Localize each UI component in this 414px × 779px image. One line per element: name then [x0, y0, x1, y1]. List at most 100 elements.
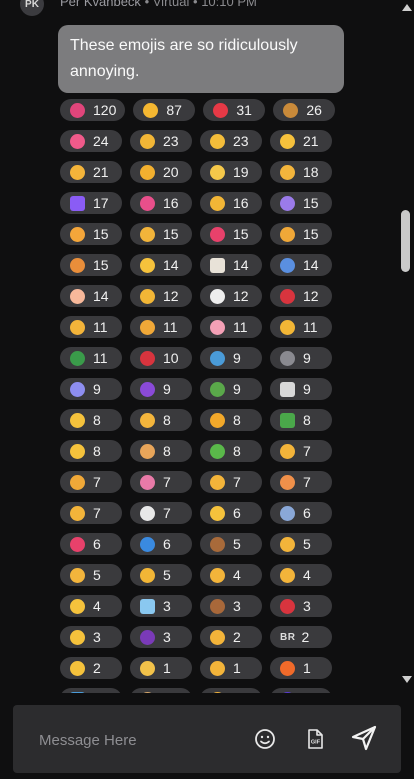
reaction-pill[interactable]: 7	[270, 471, 332, 493]
reaction-pill[interactable]: 17	[60, 192, 122, 214]
reaction-pill[interactable]: 1	[200, 657, 262, 679]
scrollbar-thumb[interactable]	[401, 210, 410, 272]
emoji-picker-button[interactable]	[253, 727, 277, 756]
reaction-pill[interactable]: 2	[200, 626, 262, 648]
reaction-pill[interactable]: 3	[270, 595, 332, 617]
reaction-pill[interactable]: 9	[270, 347, 332, 369]
message-input[interactable]	[37, 725, 241, 755]
reaction-pill[interactable]: 4	[270, 564, 332, 586]
reaction-pill[interactable]: 8	[60, 409, 122, 431]
message-timestamp: 10:10 PM	[201, 0, 257, 9]
reaction-pill[interactable]: 7	[130, 502, 192, 524]
reaction-pill[interactable]: 8	[200, 440, 262, 462]
reaction-pill[interactable]: 9	[60, 378, 122, 400]
reaction-pill[interactable]: 5	[270, 533, 332, 555]
reaction-pill[interactable]: 1	[200, 688, 262, 693]
double-exclamation-icon	[213, 102, 229, 118]
reaction-pill[interactable]: 23	[130, 130, 192, 152]
reaction-pill[interactable]: 3	[60, 626, 122, 648]
reaction-pill[interactable]: 16	[200, 192, 262, 214]
reaction-pill[interactable]: 11	[270, 316, 332, 338]
reaction-pill[interactable]: 1	[130, 688, 192, 693]
reaction-pill[interactable]: 8	[130, 440, 192, 462]
reaction-pill[interactable]: 1	[60, 688, 122, 693]
reaction-pill[interactable]: 5	[60, 564, 122, 586]
avatar[interactable]: PK	[20, 0, 44, 16]
reaction-count: 26	[306, 102, 322, 118]
reaction-pill[interactable]: 2	[60, 657, 122, 679]
scroll-down-arrow-icon[interactable]	[402, 676, 412, 683]
reaction-pill[interactable]: 8	[60, 440, 122, 462]
reaction-pill[interactable]: 3	[200, 595, 262, 617]
reaction-pill[interactable]: 15	[60, 223, 122, 245]
reaction-pill[interactable]: 1	[130, 657, 192, 679]
reaction-pill[interactable]: 7	[130, 471, 192, 493]
reaction-pill[interactable]: 21	[60, 161, 122, 183]
reaction-pill[interactable]: 4	[60, 595, 122, 617]
send-button[interactable]	[350, 724, 378, 757]
reaction-pill[interactable]: 3	[130, 626, 192, 648]
chat-message-list[interactable]: PK Per Kvanbeck • Virtual • 10:10 PM The…	[0, 0, 398, 693]
reaction-pill[interactable]: 11	[60, 347, 122, 369]
reaction-pill[interactable]: 12	[130, 285, 192, 307]
reaction-pill[interactable]: 21	[270, 130, 332, 152]
scrollbar[interactable]	[398, 0, 414, 693]
reaction-pill[interactable]: 15	[270, 192, 332, 214]
reaction-pill[interactable]: 23	[200, 130, 262, 152]
reaction-pill[interactable]: 8	[200, 409, 262, 431]
reaction-pill[interactable]: 6	[200, 502, 262, 524]
reaction-pill[interactable]: 14	[270, 254, 332, 276]
reaction-count: 14	[163, 257, 179, 273]
reaction-pill[interactable]: 26	[273, 99, 336, 121]
reaction-pill[interactable]: 1	[270, 688, 332, 693]
reaction-pill[interactable]: 14	[200, 254, 262, 276]
reaction-pill[interactable]: 11	[200, 316, 262, 338]
reaction-pill[interactable]: 7	[60, 502, 122, 524]
reaction-pill[interactable]: 20	[130, 161, 192, 183]
reaction-pill[interactable]: 1	[270, 657, 332, 679]
reaction-pill[interactable]: 9	[270, 378, 332, 400]
reaction-pill[interactable]: 15	[60, 254, 122, 276]
reaction-count: 10	[163, 350, 179, 366]
reaction-pill[interactable]: 12	[270, 285, 332, 307]
reaction-count: 6	[303, 505, 311, 521]
reaction-pill[interactable]: 14	[60, 285, 122, 307]
reaction-count: 7	[233, 474, 241, 490]
reaction-pill[interactable]: 15	[130, 223, 192, 245]
reaction-pill[interactable]: 87	[133, 99, 196, 121]
reaction-pill[interactable]: 8	[130, 409, 192, 431]
reaction-pill[interactable]: 11	[130, 316, 192, 338]
reaction-pill[interactable]: 16	[130, 192, 192, 214]
reaction-pill[interactable]: 6	[130, 533, 192, 555]
reaction-pill[interactable]: 10	[130, 347, 192, 369]
reaction-pill[interactable]: 24	[60, 130, 122, 152]
reaction-pill[interactable]: 14	[130, 254, 192, 276]
reaction-pill[interactable]: 7	[60, 471, 122, 493]
author-name[interactable]: Per Kvanbeck	[60, 0, 141, 9]
reaction-pill[interactable]: 5	[130, 564, 192, 586]
reaction-pill[interactable]: 6	[60, 533, 122, 555]
reaction-pill[interactable]: 6	[270, 502, 332, 524]
reaction-pill[interactable]: 7	[200, 471, 262, 493]
reaction-pill[interactable]: 120	[60, 99, 126, 121]
reaction-pill[interactable]: 5	[200, 533, 262, 555]
reaction-count: 11	[93, 319, 108, 335]
message-bubble[interactable]: These emojis are so ridiculously annoyin…	[58, 25, 344, 93]
reaction-pill[interactable]: 12	[200, 285, 262, 307]
gif-button[interactable]: GIF	[303, 727, 327, 756]
reaction-pill[interactable]: 7	[270, 440, 332, 462]
reaction-pill[interactable]: 4	[200, 564, 262, 586]
scroll-up-arrow-icon[interactable]	[402, 4, 412, 11]
reaction-pill[interactable]: 15	[270, 223, 332, 245]
reaction-pill[interactable]: BR 2	[270, 626, 332, 648]
reaction-pill[interactable]: 8	[270, 409, 332, 431]
reaction-pill[interactable]: 9	[130, 378, 192, 400]
reaction-pill[interactable]: 18	[270, 161, 332, 183]
reaction-pill[interactable]: 3	[130, 595, 192, 617]
reaction-pill[interactable]: 19	[200, 161, 262, 183]
reaction-pill[interactable]: 9	[200, 347, 262, 369]
reaction-pill[interactable]: 9	[200, 378, 262, 400]
reaction-pill[interactable]: 31	[203, 99, 266, 121]
reaction-pill[interactable]: 15	[200, 223, 262, 245]
reaction-pill[interactable]: 11	[60, 316, 122, 338]
